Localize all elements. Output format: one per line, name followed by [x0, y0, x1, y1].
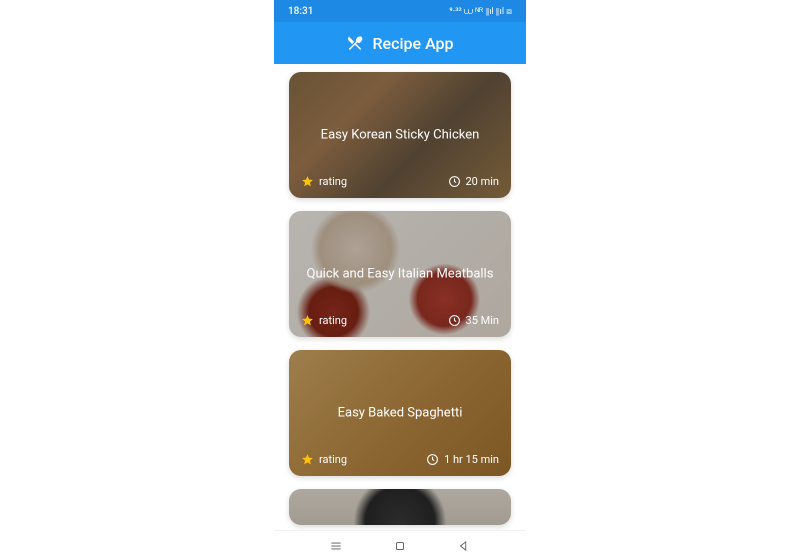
app-bar: Recipe App	[274, 22, 526, 64]
star-icon	[301, 314, 314, 327]
recipe-card[interactable]: Easy Korean Sticky Chicken rating 20 min	[289, 72, 511, 198]
rating-label: rating	[319, 453, 347, 466]
status-time: 18:31	[288, 6, 313, 17]
clock-icon	[448, 175, 461, 188]
time-block: 35 Min	[448, 314, 499, 327]
recipe-title: Quick and Easy Italian Meatballs	[300, 267, 500, 282]
android-nav-bar	[274, 530, 526, 560]
recipe-card[interactable]: Easy Baked Spaghetti rating 1 hr 15 min	[289, 350, 511, 476]
rating-block: rating	[301, 453, 347, 466]
recipe-title: Easy Korean Sticky Chicken	[300, 128, 500, 143]
recipe-title: Easy Baked Spaghetti	[300, 406, 500, 421]
status-bar: 18:31 ⁹·³² ⩊ ᴺᴿ ⫴ıl ⫴ıl ⧈	[274, 0, 526, 22]
clock-icon	[448, 314, 461, 327]
star-icon	[301, 175, 314, 188]
recipe-footer: rating 1 hr 15 min	[301, 453, 499, 466]
time-label: 1 hr 15 min	[444, 453, 499, 466]
time-label: 20 min	[466, 175, 500, 188]
menu-icon[interactable]	[329, 539, 343, 553]
rating-block: rating	[301, 175, 347, 188]
phone-frame: 18:31 ⁹·³² ⩊ ᴺᴿ ⫴ıl ⫴ıl ⧈ Recipe App Eas…	[274, 0, 526, 560]
star-icon	[301, 453, 314, 466]
time-block: 1 hr 15 min	[426, 453, 499, 466]
app-title: Recipe App	[372, 34, 453, 53]
rating-label: rating	[319, 314, 347, 327]
home-icon[interactable]	[393, 539, 407, 553]
restaurant-icon	[346, 34, 364, 52]
recipe-footer: rating 35 Min	[301, 314, 499, 327]
back-icon[interactable]	[457, 539, 471, 553]
rating-block: rating	[301, 314, 347, 327]
recipe-footer: rating 20 min	[301, 175, 499, 188]
recipe-card[interactable]: Quick and Easy Italian Meatballs rating …	[289, 211, 511, 337]
time-label: 35 Min	[466, 314, 499, 327]
time-block: 20 min	[448, 175, 500, 188]
recipe-list[interactable]: Easy Korean Sticky Chicken rating 20 min…	[274, 64, 526, 530]
status-indicators: ⁹·³² ⩊ ᴺᴿ ⫴ıl ⫴ıl ⧈	[449, 6, 512, 17]
rating-label: rating	[319, 175, 347, 188]
recipe-card[interactable]	[289, 489, 511, 525]
clock-icon	[426, 453, 439, 466]
